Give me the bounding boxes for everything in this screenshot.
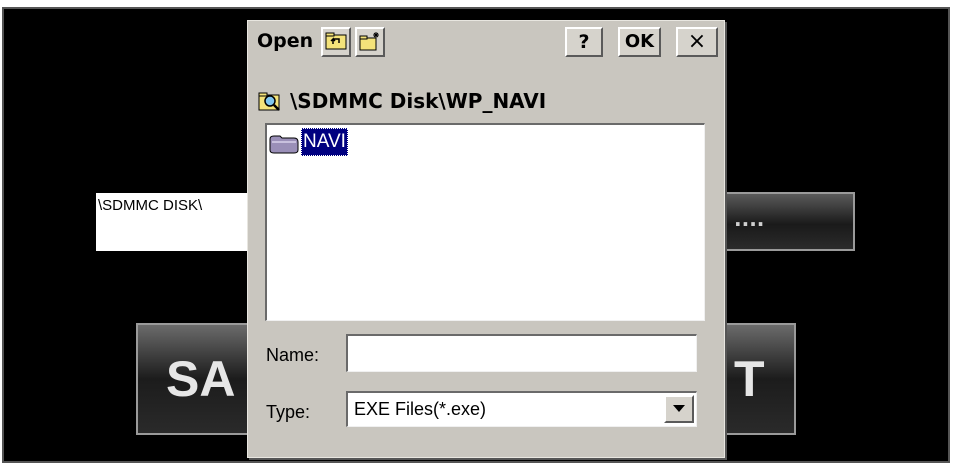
file-list[interactable]: NAVI xyxy=(265,123,705,321)
open-dialog: Open ? OK × \SDMMC Disk\WP_NAVI NAVI Nam… xyxy=(247,20,725,458)
current-location: \SDMMC Disk\WP_NAVI xyxy=(290,89,547,113)
dialog-title: Open xyxy=(257,30,314,52)
new-folder-icon xyxy=(359,32,379,51)
ok-button[interactable]: OK xyxy=(618,27,661,57)
path-field[interactable]: \SDMMC DISK\ xyxy=(96,193,261,251)
new-folder-button[interactable] xyxy=(355,27,385,57)
type-label: Type: xyxy=(266,402,311,422)
folder-search-icon xyxy=(258,92,280,111)
close-button[interactable]: × xyxy=(676,27,718,57)
up-folder-icon xyxy=(325,32,347,50)
folder-icon xyxy=(269,135,299,154)
type-select[interactable]: EXE Files(*.exe) xyxy=(346,391,697,427)
type-dropdown-button[interactable] xyxy=(664,395,694,423)
save-button[interactable]: SA xyxy=(136,323,256,435)
up-folder-button[interactable] xyxy=(321,27,351,57)
list-item-label: NAVI xyxy=(301,128,348,156)
type-select-value: EXE Files(*.exe) xyxy=(354,399,487,419)
help-button[interactable]: ? xyxy=(565,27,603,57)
browse-button[interactable]: .... xyxy=(722,192,855,251)
name-label: Name: xyxy=(266,345,320,365)
action-button[interactable]: T xyxy=(722,323,796,435)
chevron-down-icon xyxy=(673,405,685,412)
dialog-titlebar: Open ? OK × xyxy=(248,21,724,61)
name-input[interactable] xyxy=(346,334,697,372)
